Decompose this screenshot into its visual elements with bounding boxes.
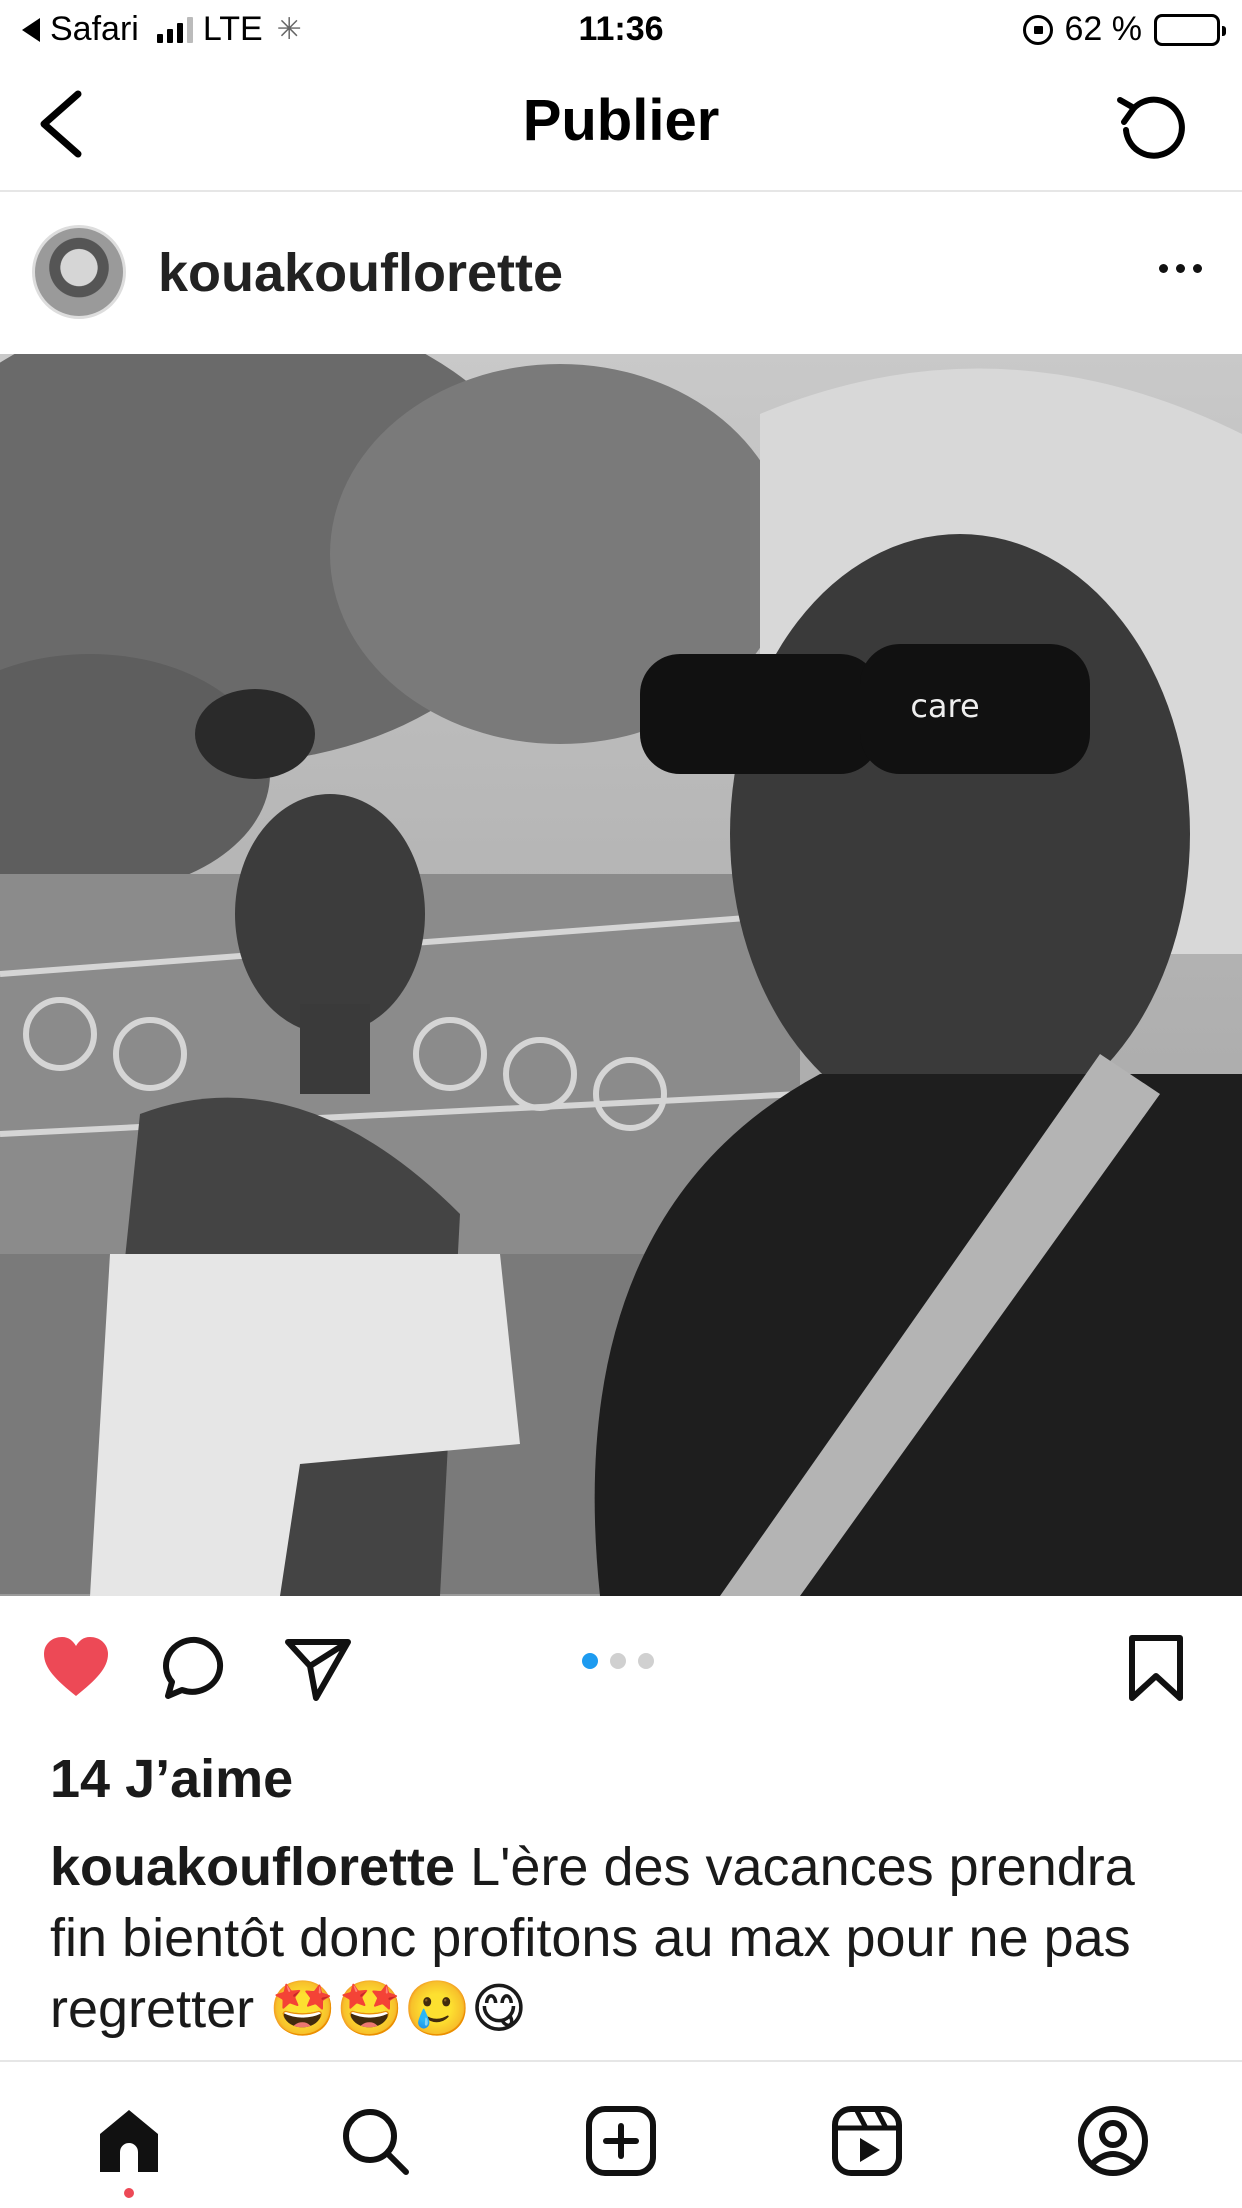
send-icon[interactable]: [282, 1632, 354, 1704]
carousel-dot: [638, 1653, 654, 1669]
add-post-icon[interactable]: [584, 2104, 658, 2178]
post-username[interactable]: kouakouflorette: [158, 242, 563, 304]
post-caption: kouakouflorette L'ère des vacances prend…: [50, 1832, 1200, 2045]
reels-icon[interactable]: [830, 2104, 904, 2178]
profile-icon[interactable]: [1076, 2104, 1150, 2178]
carousel-dot: [582, 1653, 598, 1669]
comment-icon[interactable]: [160, 1632, 232, 1704]
carousel-indicator: [582, 1653, 654, 1669]
battery-icon: [1154, 13, 1226, 46]
battery-percent: 62 %: [1064, 10, 1143, 48]
tab-bar: [0, 2060, 1242, 2208]
orientation-lock-icon: [1022, 14, 1053, 45]
caption-username[interactable]: kouakouflorette: [50, 1837, 455, 1897]
sunglasses-text: care: [910, 687, 979, 725]
active-tab-indicator: [124, 2188, 134, 2198]
likes-count[interactable]: 14 J’aime: [50, 1748, 293, 1810]
avatar[interactable]: [32, 225, 126, 319]
status-bar: Safari LTE ✳ 11:36 62 %: [0, 0, 1242, 62]
carousel-dot: [610, 1653, 626, 1669]
search-icon[interactable]: [338, 2104, 412, 2178]
post-photo[interactable]: care: [0, 354, 1242, 1596]
heart-icon[interactable]: [40, 1632, 112, 1704]
refresh-icon[interactable]: [1112, 86, 1192, 166]
post-photo-image: care: [0, 354, 1242, 1596]
nav-bar: Publier: [0, 62, 1242, 192]
home-icon[interactable]: [92, 2104, 166, 2178]
post-header: kouakouflorette: [0, 192, 1242, 354]
post-actions: [0, 1596, 1242, 1736]
page-title: Publier: [522, 88, 720, 153]
more-horizontal-icon[interactable]: [1159, 264, 1202, 273]
bookmark-icon[interactable]: [1120, 1632, 1192, 1704]
